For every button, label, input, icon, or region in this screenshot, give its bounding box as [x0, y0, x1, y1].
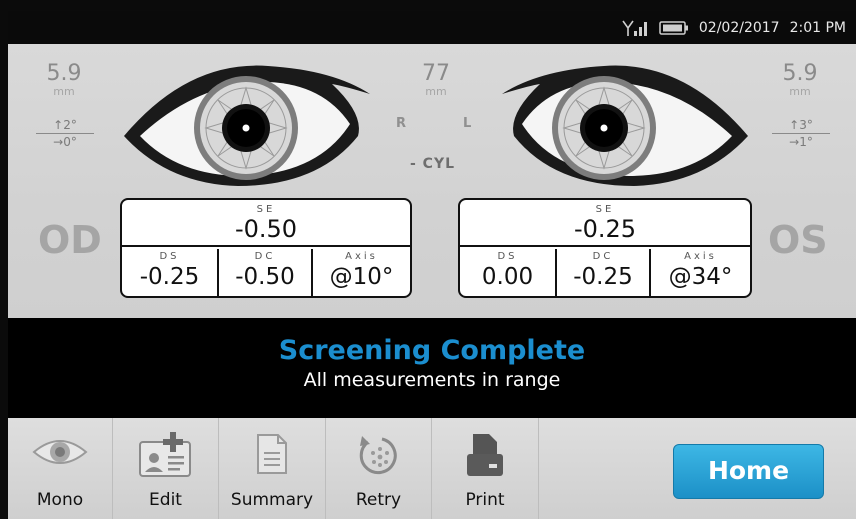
- status-right: 02/02/2017 2:01 PM: [621, 11, 846, 44]
- retry-button[interactable]: Retry: [326, 418, 432, 519]
- mono-button[interactable]: Mono: [8, 418, 113, 519]
- edit-patient-icon: [136, 432, 196, 482]
- pupil-size-os: 5.9 mm: [770, 62, 830, 98]
- os-dc: DC -0.25: [555, 249, 649, 296]
- signal-icon: [621, 19, 649, 37]
- od-measurement-box: SE -0.50 DS -0.25 DC -0.50 Axis @10°: [120, 198, 412, 298]
- os-se-caption: SE: [595, 204, 615, 215]
- gaze-od-vertical: ↑2°: [53, 118, 77, 132]
- right-eye-icon: [124, 65, 370, 186]
- gaze-od: ↑2° →0°: [32, 118, 98, 149]
- summary-button[interactable]: Summary: [219, 418, 326, 519]
- os-axis-caption: Axis: [684, 251, 717, 262]
- os-ds-caption: DS: [497, 251, 518, 262]
- printer-icon: [465, 432, 505, 482]
- bottom-toolbar: Mono Edit Summary Retry Print Home: [8, 418, 856, 519]
- pupil-size-os-unit: mm: [789, 85, 811, 98]
- message-subtitle: All measurements in range: [303, 369, 561, 391]
- battery-icon: [659, 20, 689, 35]
- orientation-r-label: R: [396, 116, 407, 131]
- gaze-divider: [772, 133, 830, 134]
- od-dc-caption: DC: [254, 251, 276, 262]
- od-axis-value: @10°: [329, 264, 394, 290]
- status-time: 2:01 PM: [789, 19, 846, 36]
- summary-label: Summary: [230, 490, 314, 510]
- left-eye-icon: [502, 65, 748, 186]
- edit-button[interactable]: Edit: [113, 418, 219, 519]
- status-date: 02/02/2017: [698, 19, 780, 36]
- gaze-os-horizontal: →1°: [789, 135, 813, 149]
- eye-icon: [30, 432, 90, 476]
- od-dc: DC -0.50: [217, 249, 311, 296]
- pupil-size-od-value: 5.9: [46, 61, 82, 86]
- os-se-value: -0.25: [573, 215, 637, 243]
- orientation-l-label: L: [463, 116, 472, 131]
- od-axis: Axis @10°: [311, 249, 410, 296]
- os-axis: Axis @34°: [649, 249, 750, 296]
- print-button[interactable]: Print: [432, 418, 539, 519]
- edit-label: Edit: [149, 490, 182, 510]
- pupil-distance-value: 77: [422, 61, 450, 86]
- document-icon: [255, 432, 289, 480]
- od-se-value: -0.50: [234, 215, 298, 243]
- os-ds-value: 0.00: [481, 264, 534, 290]
- retry-label: Retry: [355, 490, 402, 510]
- pupil-distance: 77 mm: [406, 62, 466, 98]
- print-label: Print: [465, 490, 505, 510]
- od-dc-value: -0.50: [235, 264, 295, 290]
- od-axis-caption: Axis: [345, 251, 378, 262]
- os-label: OS: [768, 218, 828, 262]
- os-axis-value: @34°: [668, 264, 733, 290]
- pupil-distance-unit: mm: [425, 85, 447, 98]
- status-bar: 02/02/2017 2:01 PM: [8, 11, 856, 44]
- gaze-os-vertical: ↑3°: [789, 118, 813, 132]
- pupil-size-od-unit: mm: [53, 85, 75, 98]
- os-dc-value: -0.25: [573, 264, 633, 290]
- status-message-bar: Screening Complete All measurements in r…: [8, 318, 856, 418]
- measurement-screen: 5.9 mm ↑2° →0° 77 mm R L - CYL 5.9 mm ↑3…: [8, 44, 856, 318]
- od-ds: DS -0.25: [122, 249, 217, 296]
- od-label: OD: [38, 218, 102, 262]
- home-button[interactable]: Home: [673, 444, 824, 499]
- od-ds-value: -0.25: [139, 264, 200, 290]
- od-se: SE -0.50: [122, 200, 410, 247]
- pupil-size-od: 5.9 mm: [34, 62, 94, 98]
- os-ds: DS 0.00: [460, 249, 555, 296]
- os-dc-caption: DC: [592, 251, 614, 262]
- od-se-caption: SE: [256, 204, 276, 215]
- gaze-divider: [36, 133, 94, 134]
- od-ds-caption: DS: [159, 251, 180, 262]
- cyl-label: - CYL: [410, 156, 456, 172]
- gaze-od-horizontal: →0°: [53, 135, 77, 149]
- mono-label: Mono: [36, 490, 84, 510]
- gaze-os: ↑3° →1°: [768, 118, 834, 149]
- message-title: Screening Complete: [278, 335, 586, 366]
- os-se: SE -0.25: [460, 200, 750, 247]
- os-measurement-box: SE -0.25 DS 0.00 DC -0.25 Axis @34°: [458, 198, 752, 298]
- retry-icon: [356, 432, 402, 482]
- pupil-size-os-value: 5.9: [782, 61, 818, 86]
